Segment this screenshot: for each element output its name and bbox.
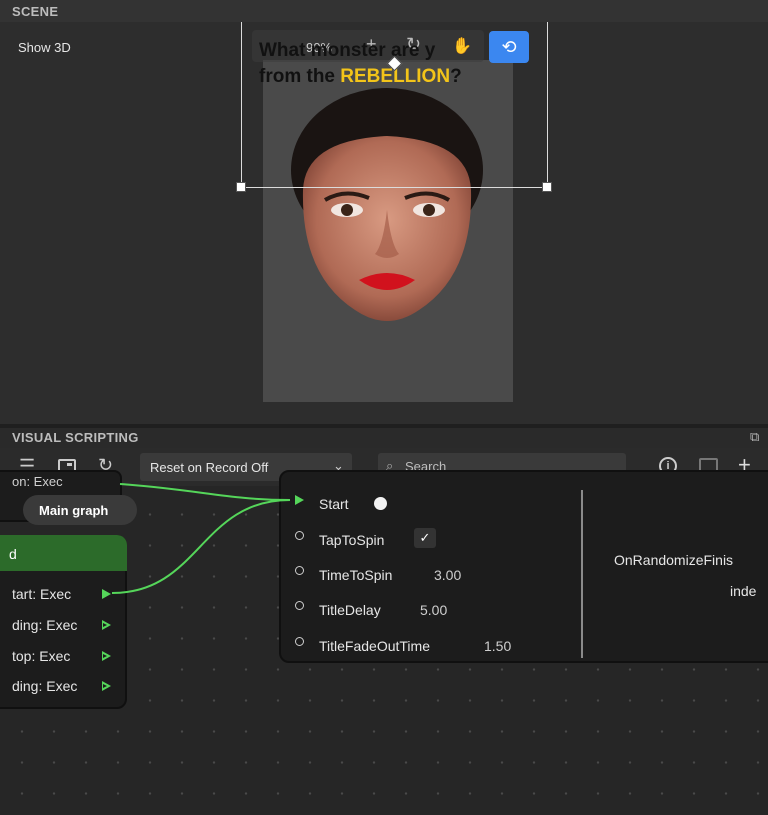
- selection-edge-left: [241, 22, 242, 187]
- main-graph-label[interactable]: Main graph: [39, 503, 108, 518]
- resize-handle-bottom-right[interactable]: [542, 182, 552, 192]
- event-node-title: d: [9, 546, 17, 562]
- start-toggle-dot[interactable]: [374, 497, 387, 510]
- input-taptospin-label: TapToSpin: [319, 532, 385, 548]
- titledelay-value[interactable]: 5.00: [420, 602, 447, 618]
- exec-port-icon[interactable]: [102, 681, 111, 691]
- show-3d-toggle[interactable]: Show 3D: [18, 40, 71, 55]
- record-mode-value[interactable]: Reset on Record Off: [150, 460, 268, 475]
- event-node-output-4: ding: Exec: [12, 678, 78, 694]
- popout-icon[interactable]: ⧉: [750, 429, 759, 445]
- event-node-output-2: ding: Exec: [12, 617, 78, 633]
- selection-edge-bottom: [241, 187, 548, 188]
- exec-port-icon[interactable]: [102, 620, 111, 630]
- input-port-icon[interactable]: [295, 566, 304, 575]
- input-titledelay-label: TitleDelay: [319, 602, 381, 618]
- input-port-icon[interactable]: [295, 601, 304, 610]
- quiz-title-line2: from the REBELLION?: [259, 64, 549, 90]
- output-event-label: OnRandomizeFinis: [614, 552, 734, 568]
- input-timetospin-label: TimeToSpin: [319, 567, 393, 583]
- timetospin-value[interactable]: 3.00: [434, 567, 461, 583]
- event-node-header[interactable]: [0, 535, 127, 571]
- exec-port-filled-icon[interactable]: [102, 589, 111, 599]
- event-node-output-3: top: Exec: [12, 648, 71, 664]
- input-port-icon[interactable]: [295, 531, 304, 540]
- quiz-title-line1: What monster are y: [259, 40, 436, 61]
- output-index-label: inde: [730, 583, 757, 599]
- exec-port-icon[interactable]: [102, 651, 111, 661]
- face-image: [291, 88, 483, 321]
- selection-edge-right: [547, 22, 548, 187]
- input-titlefadeouttime-label: TitleFadeOutTime: [319, 638, 430, 654]
- scene-title: SCENE: [12, 4, 59, 19]
- visual-scripting-title: VISUAL SCRIPTING: [12, 430, 139, 445]
- taptospin-checkbox[interactable]: ✓: [414, 528, 436, 548]
- event-node-output-start: tart: Exec: [12, 586, 72, 602]
- input-start-label: Start: [319, 496, 349, 512]
- resize-handle-bottom-left[interactable]: [236, 182, 246, 192]
- exec-input-port-icon[interactable]: [295, 495, 304, 505]
- input-port-icon[interactable]: [295, 637, 304, 646]
- quiz-line2-prefix: from the: [259, 66, 341, 87]
- node-separator: [581, 490, 583, 658]
- titlefadeouttime-value[interactable]: 1.50: [484, 638, 511, 654]
- quiz-title-text: What monster are y from the REBELLION?: [259, 38, 549, 90]
- partial-node-output: on: Exec: [12, 474, 63, 489]
- quiz-line2-suffix: ?: [450, 66, 462, 87]
- scene-panel-header: SCENE: [0, 0, 768, 22]
